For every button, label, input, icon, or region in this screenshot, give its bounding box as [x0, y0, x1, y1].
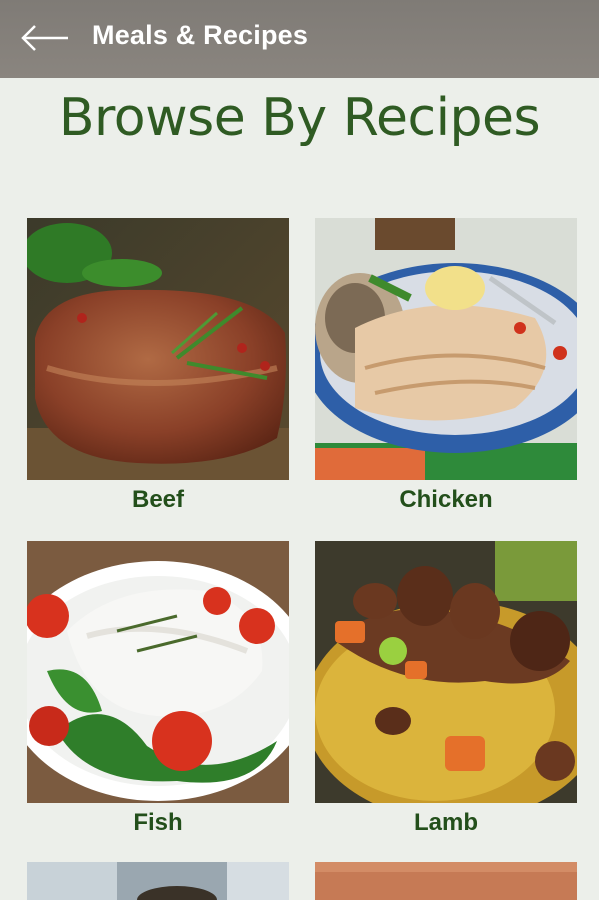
lamb-rice-pilaf-photo	[315, 541, 577, 803]
category-card-beef[interactable]: Beef	[27, 218, 289, 513]
fish-fillet-salad-photo	[27, 541, 289, 803]
category-label: Fish	[133, 809, 183, 836]
category-card-partial-1[interactable]	[27, 862, 289, 900]
category-card-lamb[interactable]: Lamb	[315, 541, 577, 836]
app-bar-title: Meals & Recipes	[92, 20, 309, 50]
category-card-chicken[interactable]: Chicken	[315, 218, 577, 513]
category-label: Lamb	[413, 809, 478, 836]
back-button[interactable]	[16, 18, 76, 58]
category-label: Beef	[131, 486, 185, 513]
arrow-left-icon	[21, 25, 68, 51]
category-card-fish[interactable]: Fish	[27, 541, 289, 836]
partial-dish-photo-2	[315, 862, 577, 900]
app-bar: Meals & Recipes	[0, 0, 599, 78]
category-label: Chicken	[399, 486, 493, 513]
category-card-partial-2[interactable]	[315, 862, 577, 900]
partial-dish-photo	[27, 862, 289, 900]
grilled-steak-photo	[27, 218, 289, 480]
sliced-chicken-plate-photo	[315, 218, 577, 480]
page-title: Browse By Recipes	[58, 88, 541, 148]
